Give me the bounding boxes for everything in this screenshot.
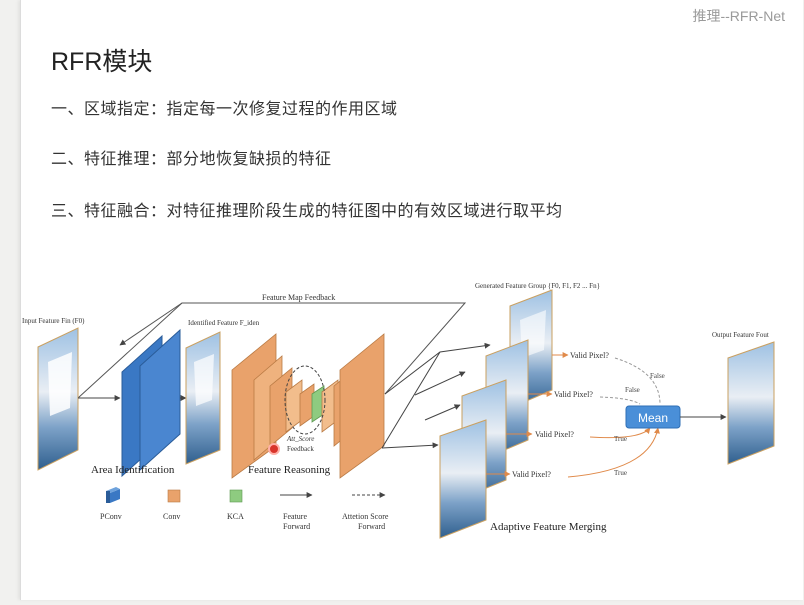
legend-feature-forward-1: Feature xyxy=(283,512,307,521)
generated-image-4 xyxy=(439,419,487,539)
att-feedback-label: Feedback xyxy=(287,445,314,453)
output-feature-image xyxy=(727,341,775,465)
att-score-label: Att_Score xyxy=(286,435,314,443)
identified-feature-image xyxy=(185,331,221,465)
true-label-2: True xyxy=(614,469,627,477)
input-feature-image xyxy=(37,327,79,471)
att-score-marker xyxy=(268,443,280,455)
legend-attention-forward-1: Attetion Score xyxy=(342,512,389,521)
legend-conv-icon xyxy=(167,489,181,503)
valid-pixel-2: Valid Pixel? xyxy=(554,390,593,399)
true-label-1: True xyxy=(614,435,627,443)
identified-label: Identified Feature F_iden xyxy=(188,319,260,327)
section-area-identification: Area Identification xyxy=(91,464,175,476)
legend-pconv-icon xyxy=(106,487,120,503)
rfr-module-diagram: Feature Map Feedback Input Feature Fin (… xyxy=(22,282,775,539)
valid-pixel-3: Valid Pixel? xyxy=(535,430,574,439)
section-adaptive-merging: Adaptive Feature Merging xyxy=(490,521,607,533)
feedback-label: Feature Map Feedback xyxy=(262,293,335,302)
legend-kca: KCA xyxy=(227,512,244,521)
legend-attention-forward-2: Forward xyxy=(358,522,385,531)
legend-feature-forward-2: Forward xyxy=(283,522,310,531)
valid-pixel-1: Valid Pixel? xyxy=(570,351,609,360)
legend-pconv: PConv xyxy=(100,512,122,521)
legend-conv: Conv xyxy=(163,512,180,521)
mean-label: Mean xyxy=(638,411,668,425)
generated-label: Generated Feature Group {F0, F1, F2 ... … xyxy=(475,282,600,290)
input-label: Input Feature Fin (F0) xyxy=(22,317,85,325)
valid-pixel-4: Valid Pixel? xyxy=(512,470,551,479)
feature-reasoning-blocks xyxy=(231,333,385,479)
legend xyxy=(106,487,386,503)
false-label-1: False xyxy=(650,372,665,380)
conv-block-8 xyxy=(339,333,385,479)
legend-kca-icon xyxy=(229,489,243,503)
section-feature-reasoning: Feature Reasoning xyxy=(248,464,331,476)
output-label: Output Feature Fout xyxy=(712,331,769,339)
false-label-2: False xyxy=(625,386,640,394)
